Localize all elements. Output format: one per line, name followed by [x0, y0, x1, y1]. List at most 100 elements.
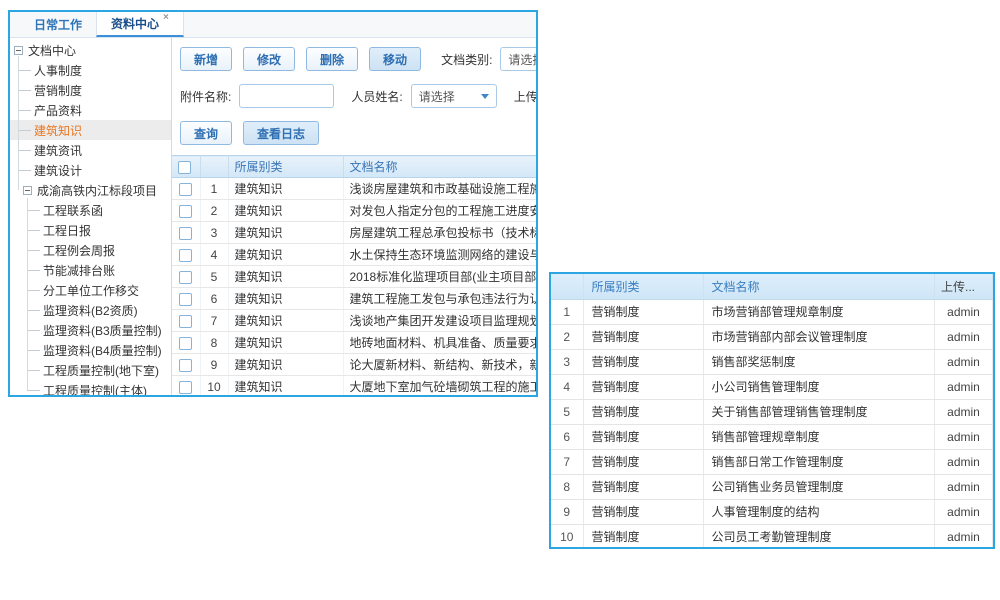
tree-item-3[interactable]: 产品资料 — [10, 100, 171, 120]
doc-category-select[interactable]: 请选择 — [500, 47, 536, 71]
tree-item-14[interactable]: 监理资料(B3质量控制) — [10, 320, 171, 340]
table-row[interactable]: 9 建筑知识 论大厦新材料、新结构、新技术，新工... — [172, 354, 536, 376]
table-row[interactable]: 3 营销制度 销售部奖惩制度 admin — [551, 349, 993, 374]
table-row[interactable]: 10 营销制度 公司员工考勤管理制度 admin — [551, 524, 993, 549]
table-row[interactable]: 10 建筑知识 大厦地下室加气砼墙砌筑工程的施工方... — [172, 376, 536, 396]
row-number: 7 — [200, 310, 228, 332]
row-checkbox[interactable] — [179, 183, 192, 196]
table-row[interactable]: 5 建筑知识 2018标准化监理项目部(业主项目部)人员... — [172, 266, 536, 288]
row-doc-name: 关于销售部管理销售管理制度 — [703, 399, 935, 424]
tree-item-12[interactable]: 分工单位工作移交 — [10, 280, 171, 300]
table-row[interactable]: 9 营销制度 人事管理制度的结构 admin — [551, 499, 993, 524]
tree-item-2[interactable]: 营销制度 — [10, 80, 171, 100]
table-row[interactable]: 3 建筑知识 房屋建筑工程总承包投标书（技术标）... — [172, 222, 536, 244]
collapse-icon[interactable] — [14, 46, 23, 55]
tree-item-label: 成渝高铁内江标段项目 — [37, 182, 157, 199]
table-row[interactable]: 2 建筑知识 对发包人指定分包的工程施工进度安排... — [172, 200, 536, 222]
header-doc-name: 文档名称 — [343, 156, 536, 178]
tab-daily-work[interactable]: 日常工作 — [20, 12, 96, 37]
row-checkbox[interactable] — [179, 293, 192, 306]
table-row[interactable]: 5 营销制度 关于销售部管理销售管理制度 admin — [551, 399, 993, 424]
table-row[interactable]: 4 营销制度 小公司销售管理制度 admin — [551, 374, 993, 399]
table-row[interactable]: 1 建筑知识 浅谈房屋建筑和市政基础设施工程施工... — [172, 178, 536, 200]
tree-item-10[interactable]: 工程例会周报 — [10, 240, 171, 260]
tree-item-8[interactable]: 工程联系函 — [10, 200, 171, 220]
row-checkbox[interactable] — [179, 205, 192, 218]
tree-item-9[interactable]: 工程日报 — [10, 220, 171, 240]
row-checkbox[interactable] — [179, 337, 192, 350]
row-category: 营销制度 — [583, 524, 703, 549]
table-row[interactable]: 8 营销制度 公司销售业务员管理制度 admin — [551, 474, 993, 499]
row-number: 6 — [551, 424, 583, 449]
row-checkbox[interactable] — [179, 381, 192, 394]
delete-button[interactable]: 删除 — [306, 47, 358, 71]
row-uploader: admin — [935, 499, 993, 524]
checkbox-cell — [172, 222, 200, 244]
row-checkbox[interactable] — [179, 359, 192, 372]
tree-item-label: 营销制度 — [34, 82, 82, 99]
row-number: 2 — [551, 324, 583, 349]
row-category: 营销制度 — [583, 299, 703, 324]
row-doc-name: 2018标准化监理项目部(业主项目部)人员... — [343, 266, 536, 288]
tab-data-center[interactable]: 资料中心 × — [96, 12, 184, 37]
chevron-down-icon — [481, 94, 489, 99]
row-category: 营销制度 — [583, 474, 703, 499]
table-row[interactable]: 7 营销制度 销售部日常工作管理制度 admin — [551, 449, 993, 474]
query-button[interactable]: 查询 — [180, 121, 232, 145]
tree-item-0[interactable]: 文档中心 — [10, 40, 171, 60]
attachment-name-label: 附件名称: — [180, 88, 231, 105]
checkbox-cell — [172, 200, 200, 222]
checkbox-cell — [172, 310, 200, 332]
tree-item-4[interactable]: 建筑知识 — [10, 120, 171, 140]
doc-category-label: 文档类别: — [441, 51, 492, 68]
row-number: 1 — [551, 299, 583, 324]
row-number: 9 — [200, 354, 228, 376]
attachment-name-input[interactable] — [239, 84, 334, 108]
table-row[interactable]: 4 建筑知识 水土保持生态环境监测网络的建设与资... — [172, 244, 536, 266]
row-number: 5 — [551, 399, 583, 424]
row-doc-name: 浅谈房屋建筑和市政基础设施工程施工... — [343, 178, 536, 200]
table-row[interactable]: 6 建筑知识 建筑工程施工发包与承包违法行为认定... — [172, 288, 536, 310]
row-category: 营销制度 — [583, 324, 703, 349]
person-name-label: 人员姓名: — [351, 88, 402, 105]
row-doc-name: 小公司销售管理制度 — [703, 374, 935, 399]
table-row[interactable]: 1 营销制度 市场营销部管理规章制度 admin — [551, 299, 993, 324]
close-tab-icon[interactable]: × — [163, 12, 169, 23]
tree-item-label: 文档中心 — [28, 42, 76, 59]
tree-item-7[interactable]: 成渝高铁内江标段项目 — [10, 180, 171, 200]
person-name-select[interactable]: 请选择 — [411, 84, 497, 108]
row-checkbox[interactable] — [179, 249, 192, 262]
row-checkbox[interactable] — [179, 315, 192, 328]
row-number: 5 — [200, 266, 228, 288]
table-row[interactable]: 8 建筑知识 地砖地面材料、机具准备、质量要求及... — [172, 332, 536, 354]
move-button[interactable]: 移动 — [369, 47, 421, 71]
table-row[interactable]: 7 建筑知识 浅谈地产集团开发建设项目监理规划编... — [172, 310, 536, 332]
row-uploader: admin — [935, 374, 993, 399]
main-pane: 新增 修改 删除 移动 文档类别: 请选择 文档名称: 附件名称: 人员姓名: … — [172, 38, 536, 395]
tree-item-16[interactable]: 工程质量控制(地下室) — [10, 360, 171, 380]
edit-button[interactable]: 修改 — [243, 47, 295, 71]
row-checkbox[interactable] — [179, 227, 192, 240]
tree-item-11[interactable]: 节能减排台账 — [10, 260, 171, 280]
select-all-checkbox[interactable] — [178, 161, 191, 174]
header-doc-name: 文档名称 — [703, 274, 935, 299]
tree-item-1[interactable]: 人事制度 — [10, 60, 171, 80]
row-number: 7 — [551, 449, 583, 474]
view-log-button[interactable]: 查看日志 — [243, 121, 319, 145]
table-row[interactable]: 6 营销制度 销售部管理规章制度 admin — [551, 424, 993, 449]
row-uploader: admin — [935, 424, 993, 449]
tree-item-6[interactable]: 建筑设计 — [10, 160, 171, 180]
table-header-row: 所属别类 文档名称 上传... — [551, 274, 993, 299]
tree-item-15[interactable]: 监理资料(B4质量控制) — [10, 340, 171, 360]
tree-item-5[interactable]: 建筑资讯 — [10, 140, 171, 160]
table-row[interactable]: 2 营销制度 市场营销部内部会议管理制度 admin — [551, 324, 993, 349]
tree-item-13[interactable]: 监理资料(B2资质) — [10, 300, 171, 320]
add-button[interactable]: 新增 — [180, 47, 232, 71]
collapse-icon[interactable] — [23, 186, 32, 195]
row-doc-name: 大厦地下室加气砼墙砌筑工程的施工方... — [343, 376, 536, 396]
tree-item-label: 工程联系函 — [43, 202, 103, 219]
row-number: 9 — [551, 499, 583, 524]
row-number: 3 — [200, 222, 228, 244]
tree-item-17[interactable]: 工程质量控制(主体) — [10, 380, 171, 395]
row-checkbox[interactable] — [179, 271, 192, 284]
